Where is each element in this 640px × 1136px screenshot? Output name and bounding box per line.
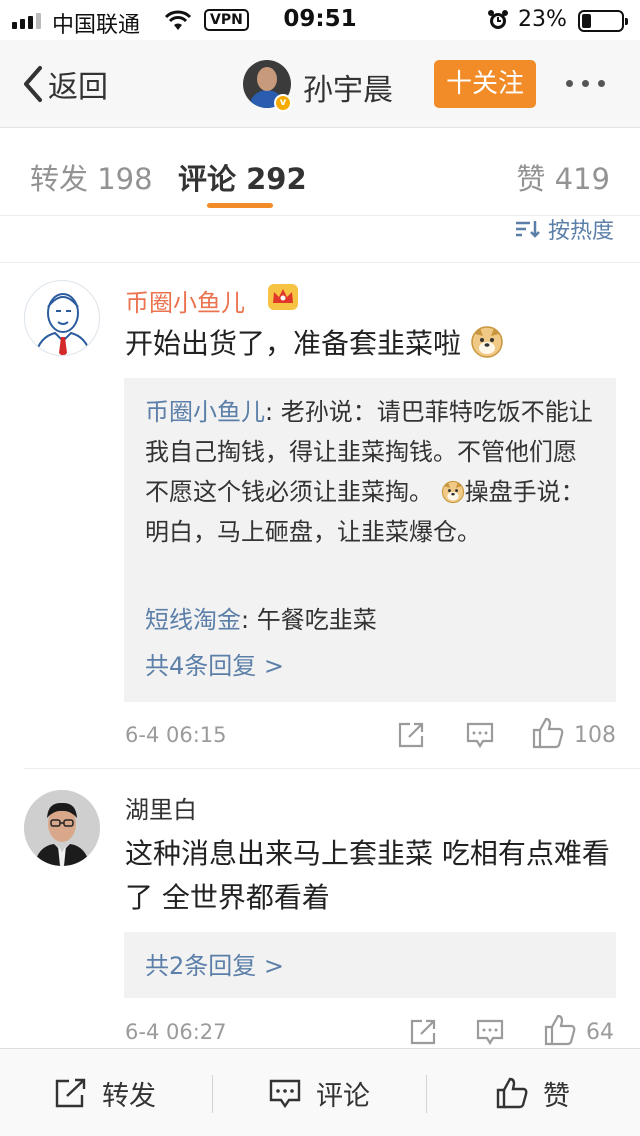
share-icon — [55, 1078, 86, 1108]
repost-button[interactable]: 转发 — [54, 1049, 156, 1136]
reply-item: 币圈小鱼儿: 老孙说：请巴菲特吃饭不能让我自己掏钱，得让韭菜掏钱。不管他们愿不愿… — [145, 392, 595, 552]
comment-text: 这种消息出来马上套韭菜 吃相有点难看了 全世界都看着 — [125, 837, 610, 914]
reply-box[interactable]: 共2条回复 > — [124, 932, 616, 998]
comment-text-content: 开始出货了，准备套韭菜啦 — [125, 327, 462, 360]
follow-button[interactable]: 十关注 — [434, 60, 536, 108]
share-icon[interactable] — [396, 720, 426, 754]
chevron-left-icon — [24, 66, 42, 102]
vip-crown-icon — [267, 283, 299, 315]
comment-icon[interactable] — [475, 1017, 505, 1051]
comment-username[interactable]: 湖里白 — [125, 790, 197, 825]
repost-label: 转发 — [102, 1080, 156, 1112]
like-icon — [496, 1077, 528, 1109]
battery-icon — [578, 10, 628, 32]
comment-text: 开始出货了，准备套韭菜啦 — [125, 322, 615, 366]
share-icon[interactable] — [408, 1017, 438, 1051]
bottom-action-bar: 转发 评论 赞 — [0, 1048, 640, 1136]
comment-username[interactable]: 币圈小鱼儿 — [125, 283, 245, 318]
like-icon[interactable] — [543, 1013, 577, 1051]
divider — [0, 262, 640, 263]
sort-label: 按热度 — [547, 219, 614, 244]
sort-by-hot-button[interactable]: 按热度 — [514, 213, 614, 245]
status-bar: 中国联通 VPN 09:51 23% — [0, 0, 640, 40]
comment-icon — [269, 1079, 301, 1109]
separator — [426, 1075, 427, 1113]
tab-repost[interactable]: 转发 198 — [30, 156, 153, 198]
verified-badge-icon: v — [274, 94, 292, 112]
profile-name[interactable]: 孙宇晨 — [303, 65, 393, 109]
reply-text: : 午餐吃韭菜 — [241, 606, 377, 634]
nav-bar: 返回 v 孙宇晨 十关注 — [0, 40, 640, 128]
comment-icon[interactable] — [465, 720, 495, 754]
like-button[interactable]: 赞 — [495, 1049, 570, 1136]
tab-active-indicator — [207, 203, 273, 208]
comment-time: 6-4 06:15 — [125, 723, 227, 747]
like-icon[interactable] — [531, 716, 565, 754]
like-count: 108 — [574, 723, 616, 748]
alarm-icon — [487, 9, 509, 37]
avatar[interactable] — [24, 280, 100, 356]
battery-percent: 23% — [518, 7, 567, 32]
reply-username[interactable]: 短线淘金 — [145, 606, 241, 634]
more-replies-link[interactable]: 共4条回复 > — [145, 646, 284, 681]
sort-icon — [515, 221, 540, 238]
reply-username[interactable]: 币圈小鱼儿 — [145, 398, 265, 426]
comment-button[interactable]: 评论 — [268, 1049, 370, 1136]
comment-time: 6-4 06:27 — [125, 1020, 227, 1044]
like-label: 赞 — [543, 1080, 570, 1112]
comment-label: 评论 — [316, 1080, 370, 1112]
battery-level — [582, 14, 591, 28]
like-count: 64 — [586, 1020, 614, 1045]
divider — [24, 768, 640, 769]
back-label: 返回 — [48, 70, 108, 105]
reply-item: 短线淘金: 午餐吃韭菜 — [145, 600, 595, 640]
tab-like[interactable]: 赞 419 — [516, 156, 610, 198]
tab-comment[interactable]: 评论 292 — [178, 156, 307, 198]
avatar[interactable] — [24, 790, 100, 866]
back-button[interactable]: 返回 — [20, 62, 108, 106]
tab-bar: 转发 198 评论 292 赞 419 — [0, 128, 640, 216]
separator — [212, 1075, 213, 1113]
doge-emoji-icon — [470, 325, 504, 359]
more-replies-link[interactable]: 共2条回复 > — [145, 946, 284, 981]
more-icon[interactable] — [566, 80, 605, 87]
doge-emoji-icon — [441, 476, 465, 504]
reply-box[interactable]: 币圈小鱼儿: 老孙说：请巴菲特吃饭不能让我自己掏钱，得让韭菜掏钱。不管他们愿不愿… — [124, 378, 616, 702]
